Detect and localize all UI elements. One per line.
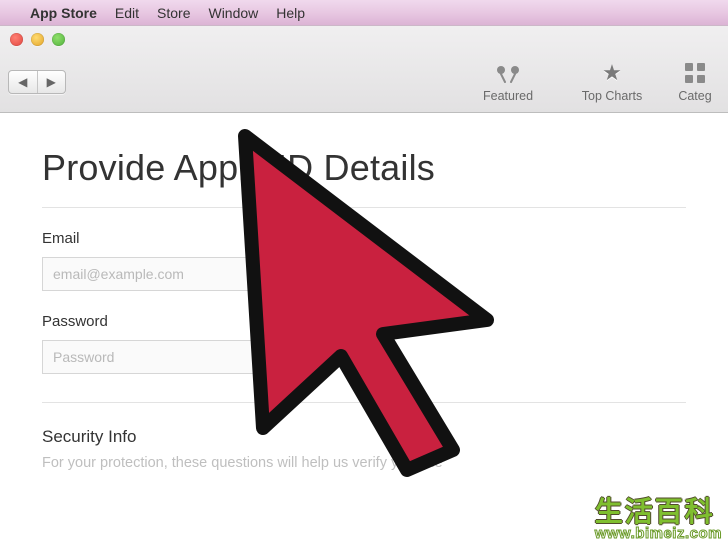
traffic-lights: [10, 33, 65, 46]
watermark-text-url: www.bimeiz.com: [595, 526, 722, 542]
app-window-chrome: ◀ ▶ Featured ★ Top Charts: [0, 26, 728, 113]
nav-back-forward: ◀ ▶: [8, 70, 66, 94]
watermark: 生活百科 www.bimeiz.com: [595, 497, 722, 542]
divider: [42, 402, 686, 403]
tab-top-charts[interactable]: ★ Top Charts: [566, 61, 658, 103]
minimize-icon[interactable]: [31, 33, 44, 46]
window-toolbar: ◀ ▶ Featured ★ Top Charts: [0, 52, 728, 112]
menubar-item-edit[interactable]: Edit: [115, 5, 139, 21]
nav-forward-button[interactable]: ▶: [38, 71, 66, 93]
zoom-icon[interactable]: [52, 33, 65, 46]
menubar-item-help[interactable]: Help: [276, 5, 305, 21]
watermark-text-cn: 生活百科: [595, 497, 722, 526]
email-label: Email: [42, 230, 686, 247]
macos-menubar: App Store Edit Store Window Help: [0, 0, 728, 26]
menubar-app-name[interactable]: App Store: [30, 5, 97, 21]
page-content: Provide Apple ID Details Email Password …: [0, 113, 728, 471]
tab-label: Top Charts: [582, 89, 642, 103]
nav-back-button[interactable]: ◀: [9, 71, 38, 93]
categories-icon: [684, 61, 706, 85]
close-icon[interactable]: [10, 33, 23, 46]
email-field[interactable]: [42, 257, 290, 291]
security-info-desc: For your protection, these questions wil…: [42, 455, 686, 471]
featured-icon: [491, 61, 525, 85]
menubar-item-store[interactable]: Store: [157, 5, 190, 21]
divider: [42, 207, 686, 208]
chevron-right-icon: ▶: [47, 75, 56, 89]
chevron-left-icon: ◀: [18, 75, 27, 89]
security-info-title: Security Info: [42, 427, 686, 447]
tab-categories[interactable]: Categ: [670, 61, 720, 103]
window-titlebar: [0, 26, 728, 52]
page-title: Provide Apple ID Details: [42, 147, 686, 189]
password-field[interactable]: [42, 340, 290, 374]
tab-label: Featured: [483, 89, 533, 103]
tab-label: Categ: [678, 89, 711, 103]
top-charts-icon: ★: [602, 61, 622, 85]
tab-featured[interactable]: Featured: [462, 61, 554, 103]
menubar-item-window[interactable]: Window: [208, 5, 258, 21]
password-label: Password: [42, 313, 686, 330]
